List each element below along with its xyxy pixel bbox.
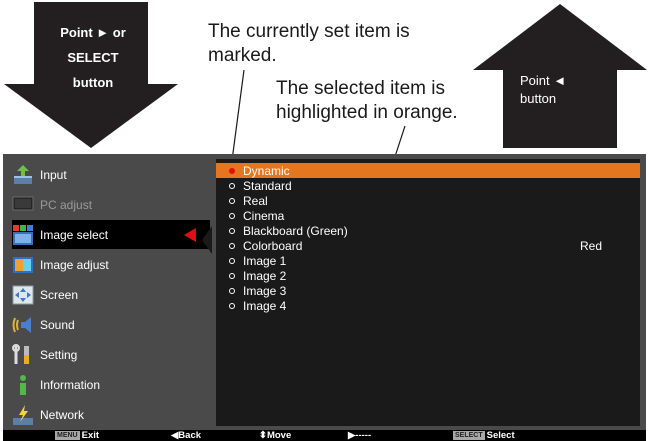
- menu-item-label: Input: [40, 167, 67, 182]
- key-guide-bar: MENU Exit ◀Back ⬍Move ▶----- SELECT Select: [3, 430, 646, 441]
- image-select-icon: [12, 224, 34, 246]
- menu-item-label: Image select: [40, 227, 109, 242]
- option-image-4[interactable]: Image 4: [216, 298, 640, 313]
- selected-radio-icon: [229, 167, 235, 174]
- right-arrow-line-2: button: [520, 91, 557, 106]
- option-label: Image 3: [243, 283, 287, 298]
- radio-icon: [229, 212, 235, 219]
- left-arrow-line-1: Point ► or: [60, 25, 126, 40]
- option-label: Image 1: [243, 253, 287, 268]
- main-menu-panel: Input PC adjust Image select Image adjus…: [12, 159, 210, 429]
- option-dynamic[interactable]: Dynamic: [216, 163, 640, 178]
- menu-item-label: PC adjust: [40, 197, 93, 212]
- radio-icon: [229, 197, 235, 204]
- option-blackboard-green[interactable]: Blackboard (Green): [216, 223, 640, 238]
- left-arrow-caption: Point ► or SELECT button: [38, 20, 148, 95]
- menu-item-image-adjust[interactable]: Image adjust: [12, 250, 210, 279]
- sound-icon: [12, 314, 34, 336]
- exit-label: Exit: [81, 430, 100, 441]
- option-image-3[interactable]: Image 3: [216, 283, 640, 298]
- radio-icon: [229, 242, 235, 249]
- radio-icon: [229, 182, 235, 189]
- annotation-currently-set-line-1: The currently set item is: [208, 21, 410, 42]
- annotation-highlighted-line-1: The selected item is: [276, 78, 445, 99]
- option-colorboard[interactable]: Colorboard Red: [216, 238, 640, 253]
- menu-item-network[interactable]: Network: [12, 400, 210, 429]
- option-label: Colorboard: [243, 238, 303, 253]
- option-label: Dynamic: [243, 163, 290, 178]
- menu-item-label: Sound: [40, 317, 75, 332]
- menu-selection-pointer-icon: [184, 228, 196, 242]
- annotation-currently-set-line-2: marked.: [208, 45, 277, 66]
- menu-item-label: Setting: [40, 347, 78, 362]
- menu-item-image-select[interactable]: Image select: [12, 220, 210, 249]
- select-key-icon: SELECT: [453, 431, 485, 440]
- option-real[interactable]: Real: [216, 193, 640, 208]
- pc-adjust-icon: [12, 194, 34, 216]
- move-hint: ⬍Move: [259, 430, 292, 441]
- colorboard-value: Red: [580, 238, 603, 253]
- radio-icon: [229, 287, 235, 294]
- exit-hint: MENU Exit: [55, 430, 99, 441]
- image-adjust-icon: [12, 254, 34, 276]
- right-arrow-line-1: Point ◄: [520, 73, 567, 88]
- menu-item-pc-adjust[interactable]: PC adjust: [12, 190, 210, 219]
- osd-menu: Input PC adjust Image select Image adjus…: [3, 154, 646, 441]
- radio-icon: [229, 272, 235, 279]
- annotation-highlighted-line-2: highlighted in orange.: [276, 102, 458, 123]
- annotation-currently-set: The currently set item is marked.: [208, 20, 468, 68]
- menu-key-icon: MENU: [55, 431, 80, 440]
- menu-item-input[interactable]: Input: [12, 160, 210, 189]
- information-icon: [12, 374, 34, 396]
- setting-icon: [12, 343, 34, 366]
- select-label: Select: [486, 430, 515, 441]
- option-image-2[interactable]: Image 2: [216, 268, 640, 283]
- option-label: Cinema: [243, 208, 285, 223]
- option-label: Blackboard (Green): [243, 223, 348, 238]
- menu-item-label: Screen: [40, 287, 79, 302]
- screen-icon: [12, 284, 34, 306]
- option-image-1[interactable]: Image 1: [216, 253, 640, 268]
- image-select-submenu: Dynamic Standard Real Cinema Blackboard …: [216, 159, 640, 426]
- option-label: Image 2: [243, 268, 287, 283]
- menu-item-setting[interactable]: Setting: [12, 340, 210, 369]
- left-arrow-line-3: button: [72, 75, 114, 90]
- back-hint: ◀Back: [171, 430, 202, 441]
- next-hint: ▶-----: [348, 430, 372, 441]
- option-cinema[interactable]: Cinema: [216, 208, 640, 223]
- menu-item-sound[interactable]: Sound: [12, 310, 210, 339]
- option-label: Standard: [243, 178, 292, 193]
- network-icon: [12, 404, 34, 426]
- submenu-connector: [202, 226, 212, 254]
- radio-icon: [229, 302, 235, 309]
- option-standard[interactable]: Standard: [216, 178, 640, 193]
- input-icon: [12, 164, 34, 186]
- annotation-highlighted: The selected item is highlighted in oran…: [276, 77, 506, 125]
- select-hint: SELECT Select: [453, 430, 515, 441]
- radio-icon: [229, 257, 235, 264]
- option-label: Real: [243, 193, 268, 208]
- radio-icon: [229, 227, 235, 234]
- menu-item-label: Information: [40, 377, 101, 392]
- menu-item-label: Network: [40, 407, 85, 422]
- menu-item-label: Image adjust: [40, 257, 109, 272]
- menu-item-information[interactable]: Information: [12, 370, 210, 399]
- menu-item-screen[interactable]: Screen: [12, 280, 210, 309]
- right-arrow-caption: Point ◄ button: [520, 72, 610, 108]
- left-arrow-line-2: SELECT: [67, 50, 119, 65]
- option-label: Image 4: [243, 298, 287, 313]
